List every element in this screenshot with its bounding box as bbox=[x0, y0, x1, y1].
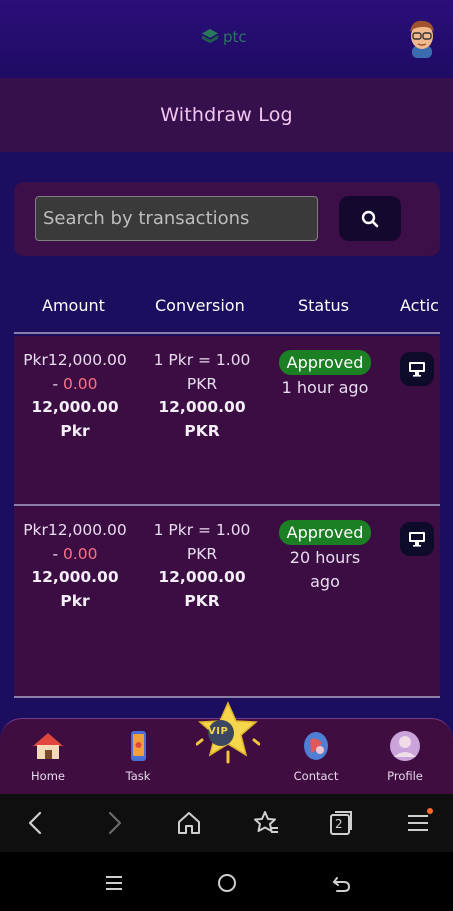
conversion-total: 12,000.00 bbox=[158, 398, 246, 416]
system-back-icon[interactable] bbox=[330, 872, 352, 894]
system-nav-bar bbox=[0, 852, 453, 911]
amount-currency: Pkr bbox=[60, 591, 90, 610]
menu-icon[interactable] bbox=[403, 808, 433, 838]
conversion-unit: PKR bbox=[186, 544, 218, 563]
conversion-rate: 1 Pkr = 1.00 bbox=[153, 521, 251, 539]
profile-icon bbox=[390, 731, 420, 761]
amount-fee: 0.00 bbox=[63, 544, 98, 563]
conversion-cell: 1 Pkr = 1.00 PKR 12,000.00 PKR bbox=[147, 519, 257, 613]
amount-currency: Pkr bbox=[60, 421, 90, 440]
status-badge: Approved bbox=[278, 350, 372, 375]
nav-home-label: Home bbox=[31, 769, 65, 783]
phone-icon bbox=[131, 731, 146, 761]
search-button[interactable] bbox=[339, 196, 401, 241]
status-cell: Approved 20 hours ago bbox=[271, 520, 379, 594]
top-bar: ptc bbox=[0, 0, 453, 78]
contact-icon bbox=[304, 732, 328, 760]
nav-task-label: Task bbox=[125, 769, 151, 783]
conversion-cell: 1 Pkr = 1.00 PKR 12,000.00 PKR bbox=[147, 349, 257, 443]
status-time: 1 hour ago bbox=[281, 377, 369, 397]
view-details-button[interactable] bbox=[400, 352, 434, 386]
table-row: Pkr12,000.00 - 0.00 12,000.00 Pkr 1 Pkr … bbox=[14, 336, 440, 506]
status-cell: Approved 1 hour ago bbox=[271, 350, 379, 400]
view-details-button[interactable] bbox=[400, 522, 434, 556]
nav-contact[interactable]: Contact bbox=[281, 731, 351, 783]
logo-text: ptc bbox=[223, 28, 247, 46]
system-home-icon[interactable] bbox=[216, 872, 238, 894]
conversion-rate: 1 Pkr = 1.00 bbox=[153, 351, 251, 369]
amount-dash: - bbox=[52, 374, 63, 393]
vip-label: VIP bbox=[208, 726, 229, 737]
recent-apps-icon[interactable] bbox=[103, 872, 125, 894]
status-time-cont: ago bbox=[310, 571, 340, 591]
amount-cell: Pkr12,000.00 - 0.00 12,000.00 Pkr bbox=[14, 519, 136, 613]
amount-cell: Pkr12,000.00 - 0.00 12,000.00 Pkr bbox=[14, 349, 136, 443]
app-logo[interactable]: ptc bbox=[201, 28, 247, 46]
page-title: Withdraw Log bbox=[160, 104, 293, 126]
conversion-currency: PKR bbox=[184, 421, 220, 440]
search-icon bbox=[361, 210, 379, 227]
search-card bbox=[14, 182, 440, 256]
vip-button[interactable]: VIP bbox=[195, 700, 261, 764]
logo-cube-icon bbox=[201, 28, 219, 44]
title-band: Withdraw Log bbox=[0, 78, 453, 152]
conversion-total: 12,000.00 bbox=[158, 568, 246, 586]
column-header-status[interactable]: Status bbox=[298, 296, 349, 315]
search-input[interactable] bbox=[35, 196, 318, 241]
amount-dash: - bbox=[52, 544, 63, 563]
amount-fee-line: - 0.00 bbox=[14, 543, 136, 567]
nav-home[interactable]: Home bbox=[13, 731, 83, 783]
home-icon[interactable] bbox=[174, 808, 204, 838]
column-header-amount[interactable]: Amount bbox=[42, 296, 105, 315]
tabs-button[interactable]: 2 bbox=[326, 808, 356, 838]
tab-count: 2 bbox=[335, 817, 343, 831]
nav-profile[interactable]: Profile bbox=[370, 731, 440, 783]
amount-gross: Pkr12,000.00 bbox=[23, 351, 127, 369]
table-row: Pkr12,000.00 - 0.00 12,000.00 Pkr 1 Pkr … bbox=[14, 506, 440, 676]
amount-total: 12,000.00 bbox=[31, 398, 119, 416]
bookmark-star-icon[interactable] bbox=[251, 808, 281, 838]
house-icon bbox=[33, 733, 63, 759]
amount-total: 12,000.00 bbox=[31, 568, 119, 586]
table-body: Pkr12,000.00 - 0.00 12,000.00 Pkr 1 Pkr … bbox=[14, 336, 440, 698]
table-header: Amount Conversion Status Actic bbox=[14, 284, 440, 334]
forward-icon[interactable] bbox=[99, 808, 129, 838]
row-divider bbox=[14, 696, 440, 698]
monitor-icon bbox=[409, 532, 425, 547]
nav-contact-label: Contact bbox=[293, 769, 339, 783]
amount-fee-line: - 0.00 bbox=[14, 373, 136, 397]
nav-profile-label: Profile bbox=[387, 769, 423, 783]
browser-toolbar: 2 bbox=[0, 794, 453, 852]
column-header-action[interactable]: Actic bbox=[400, 296, 439, 315]
column-header-conversion[interactable]: Conversion bbox=[155, 296, 245, 315]
back-icon[interactable] bbox=[21, 808, 51, 838]
status-time: 20 hours bbox=[289, 547, 361, 567]
nav-task[interactable]: Task bbox=[103, 731, 173, 783]
status-badge: Approved bbox=[278, 520, 372, 545]
conversion-unit: PKR bbox=[186, 374, 218, 393]
monitor-icon bbox=[409, 362, 425, 377]
conversion-currency: PKR bbox=[184, 591, 220, 610]
amount-fee: 0.00 bbox=[63, 374, 98, 393]
amount-gross: Pkr12,000.00 bbox=[23, 521, 127, 539]
avatar[interactable] bbox=[404, 18, 440, 58]
